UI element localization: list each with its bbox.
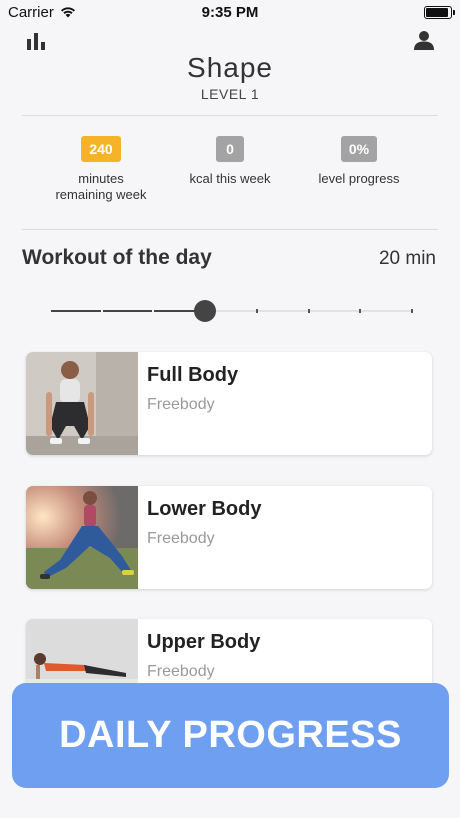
slider-segment — [51, 310, 101, 312]
profile-button[interactable] — [412, 26, 436, 50]
workout-card-lower-body[interactable]: Lower Body Freebody — [26, 486, 432, 589]
stat-minutes: 240 minutes remaining week — [40, 136, 162, 203]
clock: 9:35 PM — [201, 3, 259, 21]
card-title: Lower Body — [147, 498, 262, 520]
slider-tick — [307, 309, 310, 313]
daily-progress-label: DAILY PROGRESS — [59, 714, 402, 756]
slider-thumb[interactable] — [194, 300, 217, 322]
stat-badge: 240 — [81, 136, 121, 162]
stat-label: level progress — [318, 171, 400, 186]
battery-icon — [424, 5, 455, 19]
workout-duration: 20 min — [378, 248, 436, 269]
workout-of-day-title: Workout of the day — [22, 246, 212, 269]
slider-tick — [255, 309, 258, 313]
stat-label: kcal this week — [189, 171, 271, 186]
slider-segment — [361, 310, 411, 312]
slider-segment — [309, 310, 360, 312]
stat-label-line: minutes — [78, 171, 124, 186]
stat-badge: 0 — [216, 136, 244, 162]
stat-level-progress: 0% level progress — [300, 136, 418, 187]
level-label: LEVEL 1 — [200, 86, 260, 102]
user-icon — [414, 31, 434, 50]
slider-tick — [359, 309, 362, 313]
slider-segment — [102, 310, 153, 312]
app-title: Shape — [187, 52, 273, 83]
card-subtitle: Freebody — [147, 396, 215, 413]
card-title: Full Body — [147, 364, 239, 386]
bar-chart-icon — [27, 33, 45, 50]
woman-lunge-photo — [26, 486, 138, 589]
woman-squat-photo — [26, 352, 138, 455]
stat-label-line: remaining week — [55, 187, 147, 202]
stat-kcal: 0 kcal this week — [172, 136, 288, 187]
duration-slider[interactable] — [50, 298, 413, 324]
header-divider — [22, 115, 438, 116]
card-subtitle: Freebody — [147, 663, 215, 680]
workout-card-full-body[interactable]: Full Body Freebody — [26, 352, 432, 455]
slider-track — [50, 309, 413, 313]
slider-tick — [411, 309, 413, 313]
card-title: Upper Body — [147, 631, 261, 653]
stat-badge: 0% — [340, 136, 378, 162]
stat-label: minutes remaining week — [40, 171, 162, 203]
slider-segment — [257, 310, 308, 312]
daily-progress-button[interactable]: DAILY PROGRESS — [12, 683, 449, 788]
status-bar: Carrier 9:35 PM — [0, 0, 460, 24]
stats-button[interactable] — [24, 26, 48, 50]
stats-divider — [22, 229, 438, 230]
card-subtitle: Freebody — [147, 530, 215, 547]
